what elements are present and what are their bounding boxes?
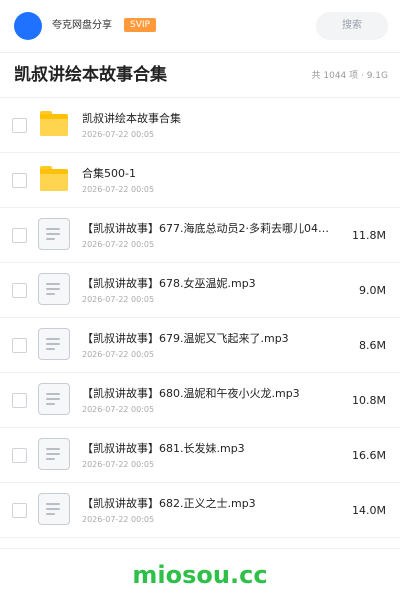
list-item[interactable]: 【凯叔讲故事】678.女巫温妮.mp3 2026-07-22 00:05 9.0… (0, 263, 400, 318)
file-size: 8.6M (359, 339, 386, 352)
folder-summary: 共 1044 项 · 9.1G (311, 71, 389, 81)
select-checkbox[interactable] (12, 338, 27, 353)
footer: miosou.cc (0, 548, 400, 601)
app-header: 夸克网盘分享 SVIP 搜索 (0, 0, 400, 53)
list-item[interactable]: 【凯叔讲故事】680.温妮和午夜小火龙.mp3 2026-07-22 00:05… (0, 373, 400, 428)
file-name: 凯叔讲绘本故事合集 (82, 112, 181, 125)
file-date: 2026-07-22 00:05 (82, 460, 155, 469)
file-list: 凯叔讲绘本故事合集 2026-07-22 00:05 合集500-1 2026-… (0, 98, 400, 538)
list-item[interactable]: 【凯叔讲故事】679.温妮又飞起来了.mp3 2026-07-22 00:05 … (0, 318, 400, 373)
file-name: 【凯叔讲故事】681.长发妹.mp3 (82, 442, 245, 455)
list-item[interactable]: 【凯叔讲故事】681.长发妹.mp3 2026-07-22 00:05 16.6… (0, 428, 400, 483)
audio-file-icon (38, 493, 70, 525)
audio-file-icon (38, 328, 70, 360)
file-name: 【凯叔讲故事】677.海底总动员2·多莉去哪儿04… (82, 222, 329, 235)
file-name: 合集500-1 (82, 167, 136, 180)
file-date: 2026-07-22 00:05 (82, 185, 155, 194)
select-checkbox[interactable] (12, 118, 27, 133)
file-date: 2026-07-22 00:05 (82, 405, 155, 414)
select-checkbox[interactable] (12, 228, 27, 243)
select-checkbox[interactable] (12, 503, 27, 518)
select-checkbox[interactable] (12, 448, 27, 463)
svip-badge: SVIP (124, 18, 156, 32)
audio-file-icon (38, 383, 70, 415)
audio-file-icon (38, 273, 70, 305)
file-name: 【凯叔讲故事】682.正义之士.mp3 (82, 497, 256, 510)
list-item[interactable]: 凯叔讲绘本故事合集 2026-07-22 00:05 (0, 98, 400, 153)
file-name: 【凯叔讲故事】678.女巫温妮.mp3 (82, 277, 256, 290)
file-size: 16.6M (352, 449, 386, 462)
user-name[interactable]: 夸克网盘分享 (52, 20, 112, 32)
file-name: 【凯叔讲故事】679.温妮又飞起来了.mp3 (82, 332, 289, 345)
file-date: 2026-07-22 00:05 (82, 350, 155, 359)
list-item[interactable]: 【凯叔讲故事】682.正义之士.mp3 2026-07-22 00:05 14.… (0, 483, 400, 538)
folder-icon (38, 163, 70, 195)
list-item[interactable]: 合集500-1 2026-07-22 00:05 (0, 153, 400, 208)
select-checkbox[interactable] (12, 173, 27, 188)
file-size: 9.0M (359, 284, 386, 297)
page-title: 凯叔讲绘本故事合集 (14, 65, 167, 85)
file-date: 2026-07-22 00:05 (82, 130, 155, 139)
file-name: 【凯叔讲故事】680.温妮和午夜小火龙.mp3 (82, 387, 300, 400)
select-checkbox[interactable] (12, 393, 27, 408)
file-size: 10.8M (352, 394, 386, 407)
list-item[interactable]: 【凯叔讲故事】677.海底总动员2·多莉去哪儿04… 2026-07-22 00… (0, 208, 400, 263)
audio-file-icon (38, 218, 70, 250)
folder-icon (38, 108, 70, 140)
file-date: 2026-07-22 00:05 (82, 515, 155, 524)
audio-file-icon (38, 438, 70, 470)
file-date: 2026-07-22 00:05 (82, 295, 155, 304)
avatar[interactable] (14, 12, 42, 40)
select-checkbox[interactable] (12, 283, 27, 298)
folder-title-bar: 凯叔讲绘本故事合集 共 1044 项 · 9.1G (0, 53, 400, 98)
file-date: 2026-07-22 00:05 (82, 240, 155, 249)
search-input[interactable]: 搜索 (316, 12, 388, 40)
site-watermark: miosou.cc (132, 561, 268, 589)
file-size: 14.0M (352, 504, 386, 517)
file-size: 11.8M (352, 229, 386, 242)
